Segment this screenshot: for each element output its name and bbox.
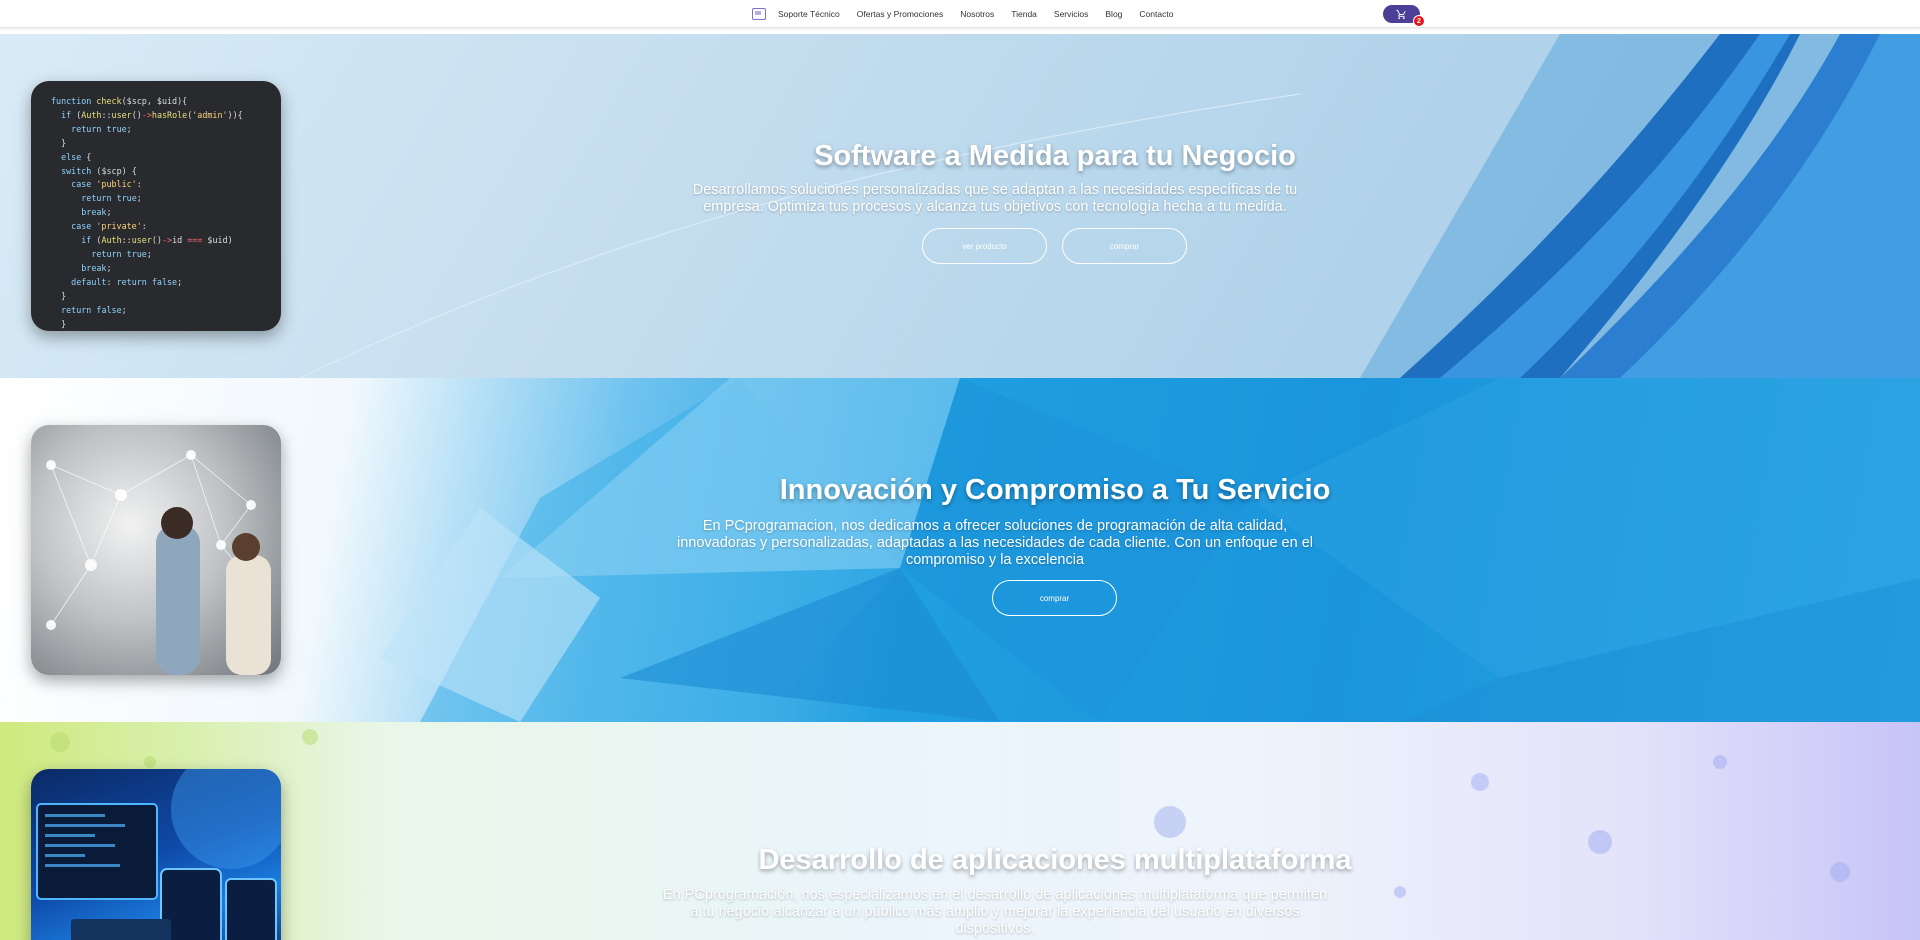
ver-producto-button[interactable]: ver producto xyxy=(922,228,1047,264)
comprar-button[interactable]: comprar xyxy=(1062,228,1187,264)
hero-description: En PCprogramacion, nos dedicamos a ofrec… xyxy=(640,518,1350,569)
hero-description-line: empresa. Optimiza tus procesos y alcanza… xyxy=(703,199,1287,215)
hero-description-line: Desarrollamos soluciones personalizadas … xyxy=(692,182,1298,198)
cart-count-badge: 2 xyxy=(1413,15,1425,27)
top-navbar: Soporte Técnico Ofertas y Promociones No… xyxy=(0,0,1920,28)
hero-title: Desarrollo de aplicaciones multiplatafor… xyxy=(758,844,1352,876)
hero-title: Innovación y Compromiso a Tu Servicio xyxy=(779,474,1331,506)
nav-link-contacto[interactable]: Contacto xyxy=(1139,9,1173,19)
network-illustration xyxy=(46,450,271,675)
hero-description-line: En PCprogramacion, nos dedicamos a ofrec… xyxy=(702,518,1288,534)
cart-button[interactable]: 2 xyxy=(1383,5,1425,27)
code-snippet-card: function check($scp, $uid){ if (Auth::us… xyxy=(31,81,281,331)
nav-link-blog[interactable]: Blog xyxy=(1105,9,1122,19)
hero-description-line: compromiso y la excelencia xyxy=(905,552,1085,568)
nav-menu: Soporte Técnico Ofertas y Promociones No… xyxy=(752,0,1190,28)
comprar-button[interactable]: comprar xyxy=(992,580,1117,616)
hero-slide-innovacion: Innovación y Compromiso a Tu Servicio En… xyxy=(0,378,1920,722)
hero-description-line: innovadoras y personalizadas, adaptadas … xyxy=(676,535,1314,551)
nav-link-ofertas[interactable]: Ofertas y Promociones xyxy=(857,9,943,19)
hero-title: Software a Medida para tu Negocio xyxy=(814,140,1296,172)
hero-description: Desarrollamos soluciones personalizadas … xyxy=(660,182,1330,216)
hero-description-line: En PCprogramación, nos especializamos en… xyxy=(662,887,1328,903)
hero-slide-software: function check($scp, $uid){ if (Auth::us… xyxy=(0,34,1920,378)
hero-description-line: dispositivos. xyxy=(955,921,1035,937)
nav-link-nosotros[interactable]: Nosotros xyxy=(960,9,994,19)
cart-icon xyxy=(1396,9,1406,19)
nav-link-servicios[interactable]: Servicios xyxy=(1054,9,1088,19)
network-people-image xyxy=(31,425,281,675)
hero-description-line: a tu negocio alcanzar a un público más a… xyxy=(690,904,1300,920)
hero-description: En PCprogramación, nos especializamos en… xyxy=(640,887,1350,938)
logo-icon[interactable] xyxy=(752,8,766,20)
nav-link-soporte[interactable]: Soporte Técnico xyxy=(778,9,840,19)
hero-slide-multiplataforma: Desarrollo de aplicaciones multiplatafor… xyxy=(0,722,1920,940)
code-snippet: function check($scp, $uid){ if (Auth::us… xyxy=(51,96,243,329)
nav-link-tienda[interactable]: Tienda xyxy=(1011,9,1037,19)
